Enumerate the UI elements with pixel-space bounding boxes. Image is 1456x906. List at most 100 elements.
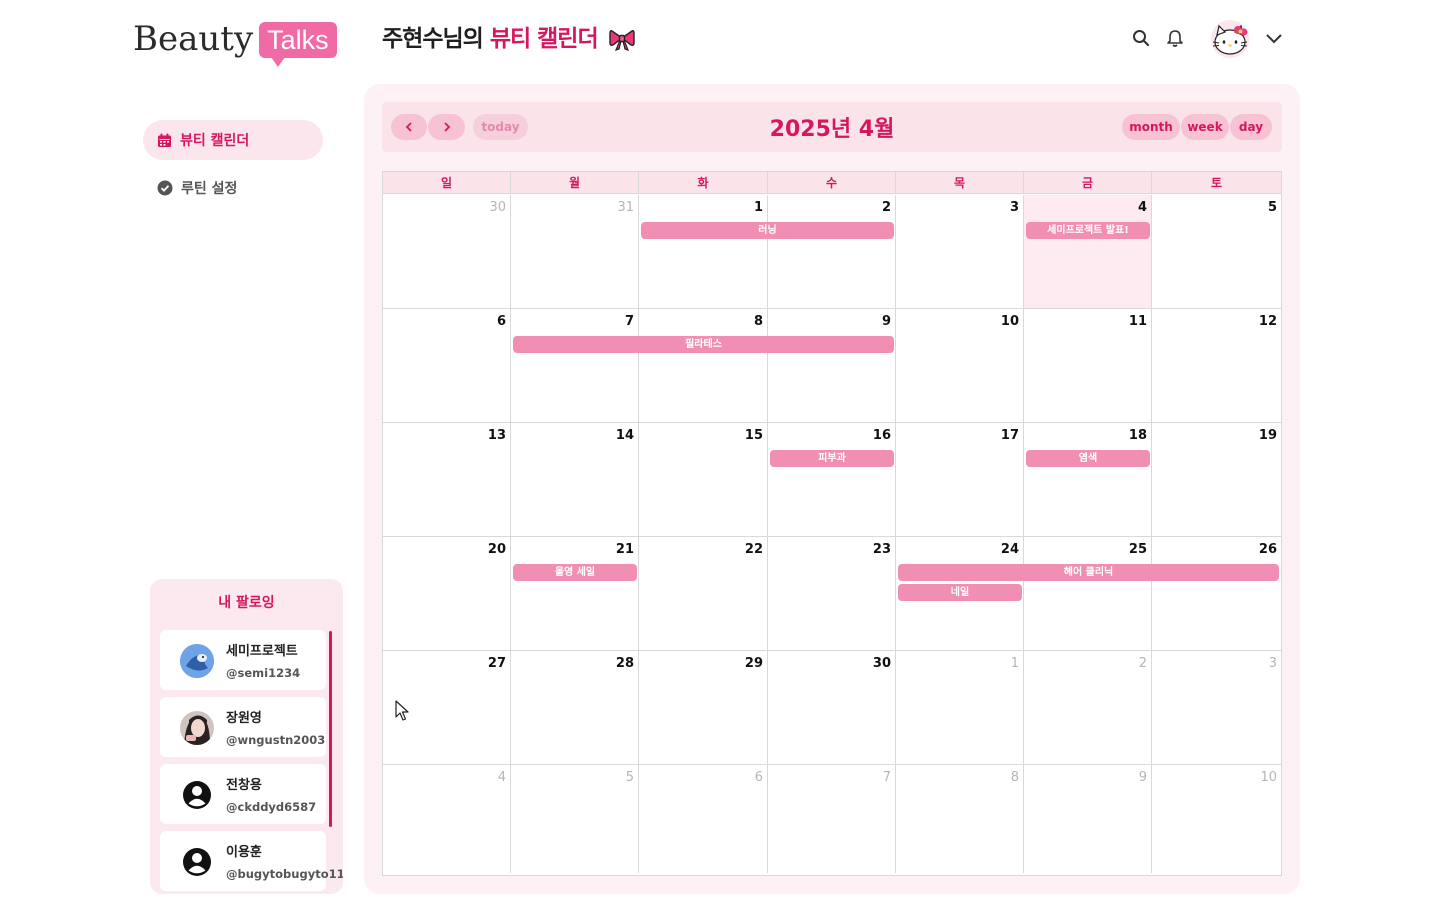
day-number[interactable]: 21 [616, 542, 634, 557]
day-number[interactable]: 2 [882, 200, 891, 215]
calendar-day-cell[interactable]: 8 [896, 765, 1024, 873]
calendar-day-cell[interactable]: 13 [383, 423, 511, 537]
day-number[interactable]: 7 [625, 314, 634, 329]
calendar-day-cell[interactable]: 19 [1152, 423, 1281, 537]
day-number[interactable]: 7 [883, 770, 891, 785]
day-number[interactable]: 3 [1269, 656, 1277, 671]
day-number[interactable]: 6 [755, 770, 763, 785]
calendar-event[interactable]: 피부과 [770, 450, 894, 467]
calendar-day-cell[interactable]: 27 [383, 651, 511, 765]
day-number[interactable]: 18 [1129, 428, 1147, 443]
day-number[interactable]: 10 [1001, 314, 1019, 329]
calendar-day-cell[interactable]: 2 [768, 195, 896, 309]
calendar-day-cell[interactable]: 5 [1152, 195, 1281, 309]
day-number[interactable]: 29 [745, 656, 763, 671]
following-user-card[interactable]: 장원영 @wngustn2003 [160, 697, 326, 757]
calendar-day-cell[interactable]: 16 [768, 423, 896, 537]
calendar-day-cell[interactable]: 15 [639, 423, 768, 537]
calendar-day-cell[interactable]: 21 [511, 537, 639, 651]
day-number[interactable]: 5 [626, 770, 634, 785]
calendar-day-cell[interactable]: 31 [511, 195, 639, 309]
calendar-day-cell[interactable]: 18 [1024, 423, 1152, 537]
calendar-day-cell[interactable]: 7 [768, 765, 896, 873]
calendar-day-cell[interactable]: 10 [1152, 765, 1281, 873]
week-view-button[interactable]: week [1181, 114, 1229, 140]
calendar-event[interactable]: 헤어 클리닉 [898, 564, 1279, 581]
day-number[interactable]: 8 [754, 314, 763, 329]
sidebar-item-beauty-calendar[interactable]: 뷰티 캘린더 [143, 120, 323, 160]
search-icon[interactable] [1129, 26, 1153, 50]
day-number[interactable]: 11 [1129, 314, 1147, 329]
calendar-day-cell[interactable]: 29 [639, 651, 768, 765]
day-number[interactable]: 17 [1001, 428, 1019, 443]
chevron-down-icon[interactable] [1262, 26, 1286, 50]
calendar-day-cell[interactable]: 20 [383, 537, 511, 651]
calendar-day-cell[interactable]: 8 [639, 309, 768, 423]
calendar-event[interactable]: 올영 세일 [513, 564, 637, 581]
day-number[interactable]: 9 [882, 314, 891, 329]
today-button[interactable]: today [473, 114, 528, 140]
calendar-day-cell[interactable]: 3 [896, 195, 1024, 309]
day-number[interactable]: 19 [1259, 428, 1277, 443]
bell-icon[interactable] [1163, 26, 1187, 50]
calendar-day-cell[interactable]: 6 [383, 309, 511, 423]
calendar-day-cell[interactable]: 26 [1152, 537, 1281, 651]
following-scrollbar[interactable] [329, 631, 332, 827]
day-number[interactable]: 30 [489, 200, 506, 215]
calendar-day-cell[interactable]: 30 [383, 195, 511, 309]
calendar-day-cell[interactable]: 28 [511, 651, 639, 765]
day-number[interactable]: 1 [1011, 656, 1019, 671]
day-number[interactable]: 20 [488, 542, 506, 557]
calendar-day-cell[interactable]: 14 [511, 423, 639, 537]
calendar-day-cell[interactable]: 22 [639, 537, 768, 651]
prev-month-button[interactable] [391, 114, 427, 140]
day-number[interactable]: 5 [1268, 200, 1277, 215]
calendar-day-cell[interactable]: 23 [768, 537, 896, 651]
following-user-card[interactable]: 세미프로젝트 @semi1234 [160, 630, 326, 690]
calendar-day-cell[interactable]: 9 [1024, 765, 1152, 873]
day-number[interactable]: 4 [498, 770, 506, 785]
day-number[interactable]: 14 [616, 428, 634, 443]
day-number[interactable]: 25 [1129, 542, 1147, 557]
day-number[interactable]: 24 [1001, 542, 1019, 557]
day-number[interactable]: 1 [754, 200, 763, 215]
calendar-day-cell[interactable]: 1 [639, 195, 768, 309]
calendar-event[interactable]: 러닝 [641, 222, 894, 239]
avatar[interactable] [1211, 20, 1249, 58]
day-number[interactable]: 23 [873, 542, 891, 557]
day-number[interactable]: 3 [1010, 200, 1019, 215]
calendar-day-cell[interactable]: 6 [639, 765, 768, 873]
calendar-day-cell[interactable]: 10 [896, 309, 1024, 423]
calendar-event[interactable]: 세미프로젝트 발표! [1026, 222, 1150, 239]
calendar-event[interactable]: 염색 [1026, 450, 1150, 467]
day-number[interactable]: 31 [617, 200, 634, 215]
calendar-day-cell[interactable]: 7 [511, 309, 639, 423]
calendar-day-cell[interactable]: 11 [1024, 309, 1152, 423]
day-number[interactable]: 27 [488, 656, 506, 671]
day-number[interactable]: 9 [1139, 770, 1147, 785]
following-user-card[interactable]: 이용훈 @bugytobugyto11 [160, 831, 343, 891]
calendar-day-cell[interactable]: 4 [1024, 195, 1152, 309]
day-number[interactable]: 30 [873, 656, 891, 671]
calendar-day-cell[interactable]: 2 [1024, 651, 1152, 765]
day-number[interactable]: 12 [1259, 314, 1277, 329]
day-number[interactable]: 13 [488, 428, 506, 443]
day-number[interactable]: 2 [1139, 656, 1147, 671]
calendar-day-cell[interactable]: 5 [511, 765, 639, 873]
next-month-button[interactable] [428, 114, 465, 140]
calendar-day-cell[interactable]: 9 [768, 309, 896, 423]
day-number[interactable]: 4 [1138, 200, 1147, 215]
day-number[interactable]: 6 [497, 314, 506, 329]
day-number[interactable]: 22 [745, 542, 763, 557]
calendar-day-cell[interactable]: 30 [768, 651, 896, 765]
day-view-button[interactable]: day [1230, 114, 1272, 140]
calendar-event[interactable]: 필라테스 [513, 336, 894, 353]
calendar-event[interactable]: 네일 [898, 584, 1022, 601]
following-user-card[interactable]: 전창용 @ckddyd6587 [160, 764, 326, 824]
calendar-day-cell[interactable]: 4 [383, 765, 511, 873]
day-number[interactable]: 26 [1259, 542, 1277, 557]
sidebar-item-routine-settings[interactable]: 루틴 설정 [143, 168, 323, 208]
day-number[interactable]: 8 [1011, 770, 1019, 785]
day-number[interactable]: 15 [745, 428, 763, 443]
calendar-day-cell[interactable]: 3 [1152, 651, 1281, 765]
